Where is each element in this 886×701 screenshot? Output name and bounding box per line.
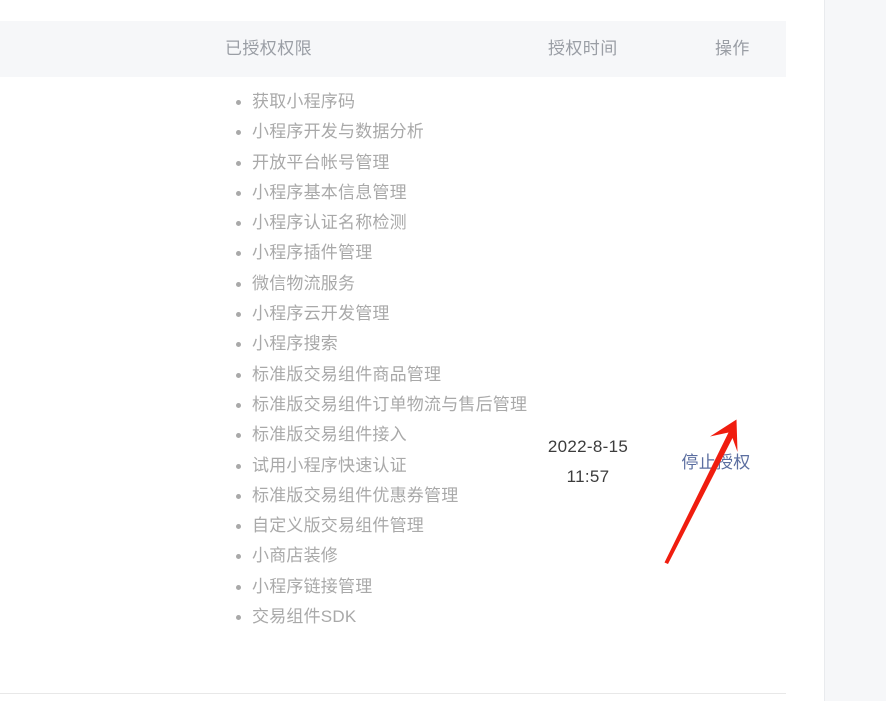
list-item: 标准版交易组件订单物流与售后管理: [236, 390, 542, 420]
list-item: 交易组件SDK: [236, 602, 542, 632]
authorized-permissions-pane: 已授权权限 授权时间 操作 获取小程序码 小程序开发与数据分析 开放平台帐号管理…: [0, 0, 824, 701]
stop-authorization-link[interactable]: 停止授权: [681, 453, 750, 472]
list-item: 小程序认证名称检测: [236, 208, 542, 238]
grant-date: 2022-8-15: [547, 437, 629, 456]
list-item: 试用小程序快速认证: [236, 451, 542, 481]
grant-clock: 11:57: [566, 467, 610, 486]
list-item: 自定义版交易组件管理: [236, 511, 542, 541]
right-rail-background: [824, 0, 886, 701]
list-item: 小程序插件管理: [236, 238, 542, 268]
permission-list: 获取小程序码 小程序开发与数据分析 开放平台帐号管理 小程序基本信息管理 小程序…: [225, 87, 542, 632]
list-item: 小程序搜索: [236, 329, 542, 359]
list-item: 小程序云开发管理: [236, 299, 542, 329]
list-item: 标准版交易组件优惠券管理: [236, 481, 542, 511]
list-item: 标准版交易组件接入: [236, 420, 542, 450]
list-item: 小商店装修: [236, 541, 542, 571]
column-header-grant-time: 授权时间: [548, 39, 618, 58]
list-item: 小程序基本信息管理: [236, 178, 542, 208]
table-header-row: 已授权权限 授权时间 操作: [0, 21, 786, 77]
table-body: 获取小程序码 小程序开发与数据分析 开放平台帐号管理 小程序基本信息管理 小程序…: [0, 77, 786, 693]
list-item: 获取小程序码: [236, 87, 542, 117]
column-header-permissions: 已授权权限: [225, 39, 312, 58]
list-item: 小程序开发与数据分析: [236, 117, 542, 147]
list-item: 标准版交易组件商品管理: [236, 360, 542, 390]
authorized-permissions-table: 已授权权限 授权时间 操作 获取小程序码 小程序开发与数据分析 开放平台帐号管理…: [0, 0, 786, 694]
table-bottom-divider: [0, 693, 786, 694]
list-item: 开放平台帐号管理: [236, 148, 542, 178]
column-header-action: 操作: [715, 39, 750, 58]
grant-time-cell: 2022-8-15 11:57: [515, 432, 661, 492]
action-cell: 停止授权: [660, 448, 772, 473]
list-item: 小程序链接管理: [236, 572, 542, 602]
right-rail-divider: [824, 0, 825, 701]
table-row: 获取小程序码 小程序开发与数据分析 开放平台帐号管理 小程序基本信息管理 小程序…: [0, 77, 786, 693]
list-item: 微信物流服务: [236, 269, 542, 299]
